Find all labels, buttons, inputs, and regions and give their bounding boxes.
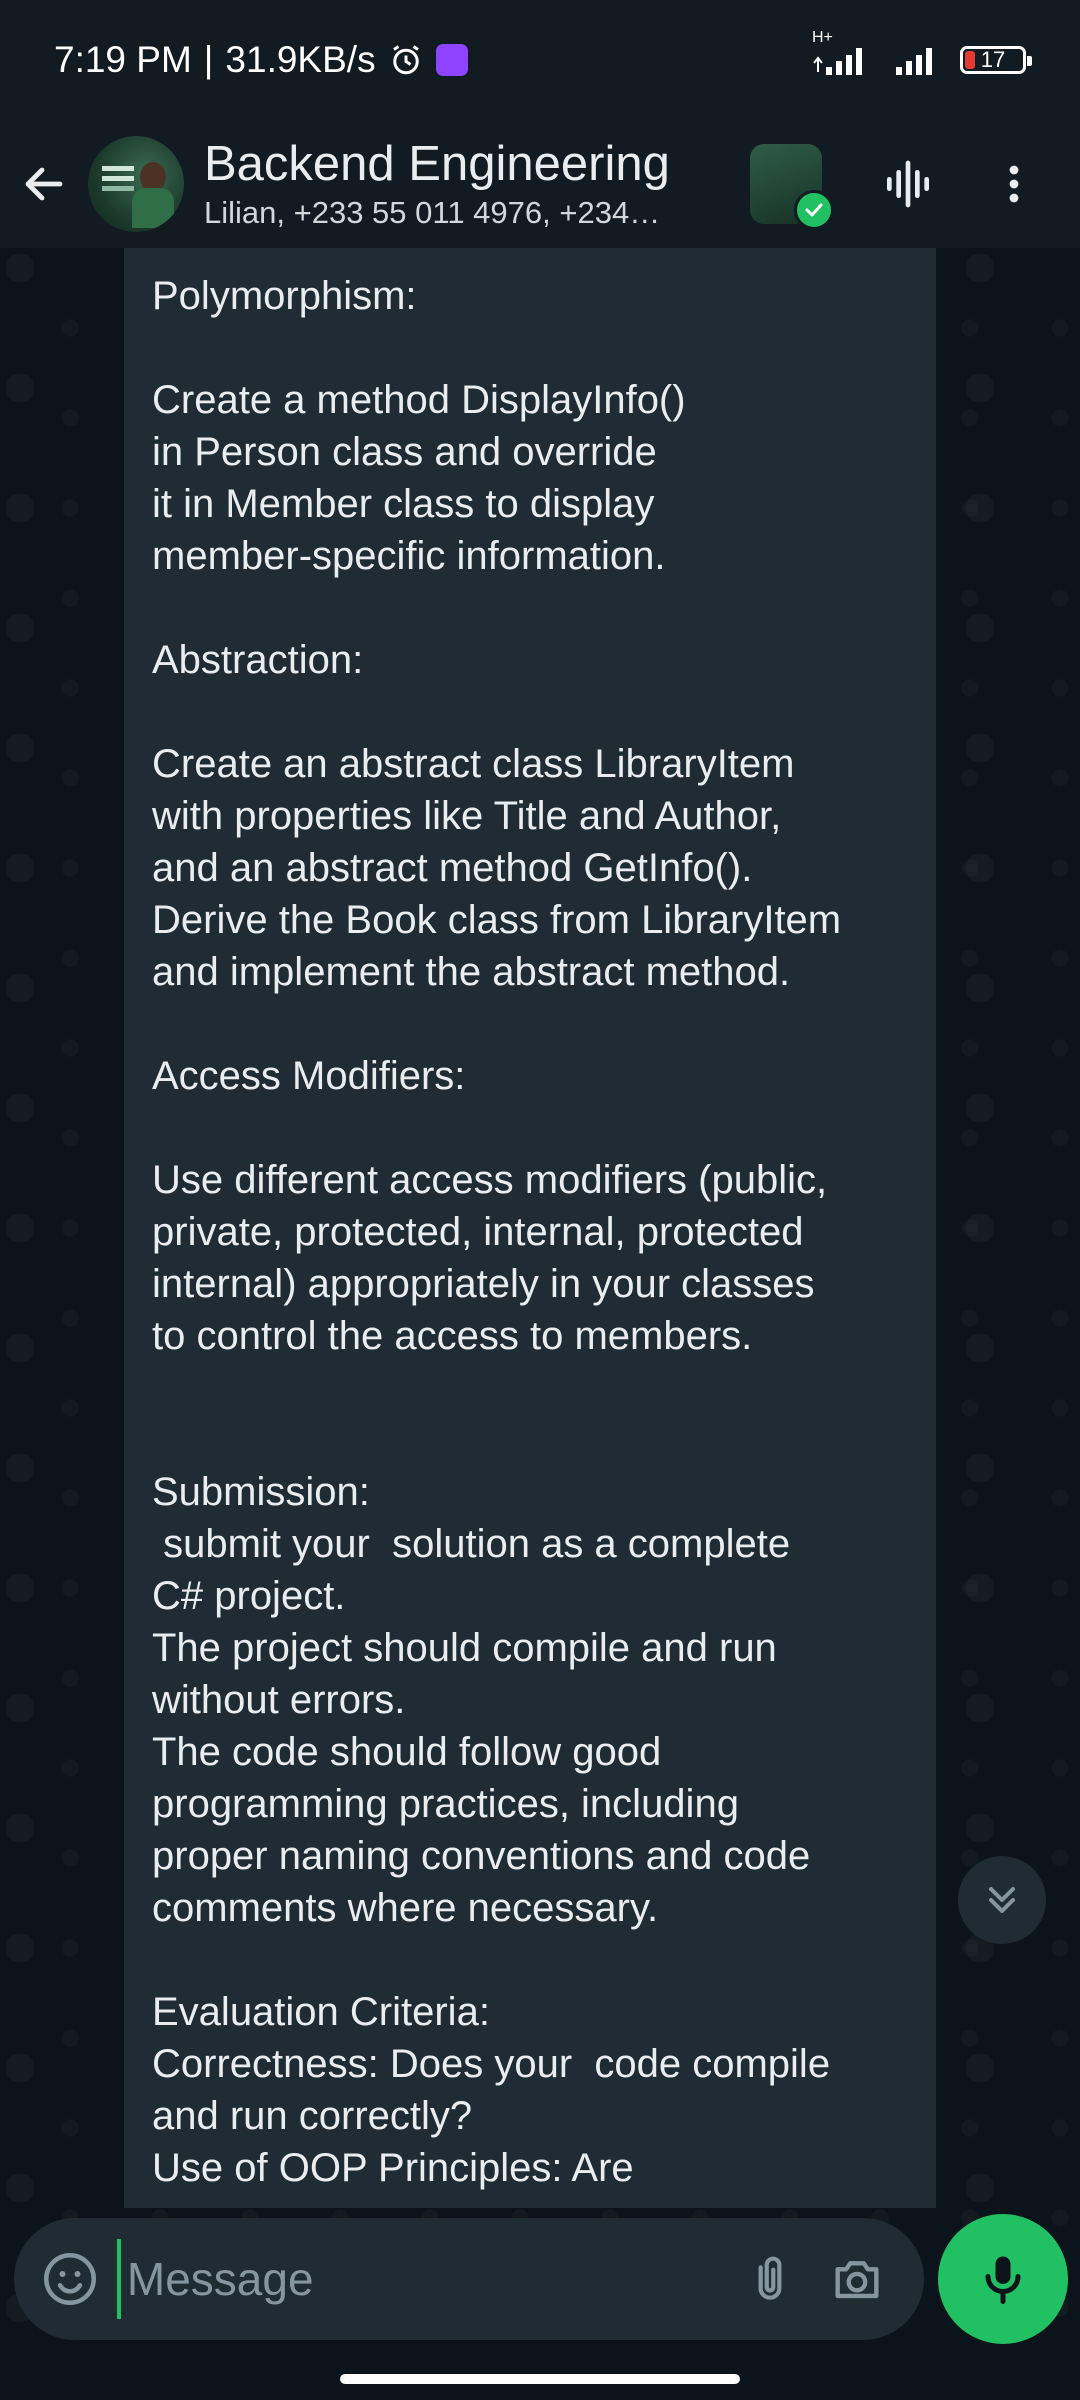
chat-info[interactable]: Backend Engineering Lilian, +233 55 011 … bbox=[204, 135, 724, 233]
message-bubble[interactable]: Polymorphism: Create a method DisplayInf… bbox=[124, 248, 936, 2208]
status-right: H+ 17 bbox=[812, 29, 1032, 77]
back-button[interactable] bbox=[0, 120, 88, 248]
emoji-button[interactable] bbox=[38, 2243, 103, 2315]
more-options-icon bbox=[1009, 165, 1019, 203]
emoji-icon bbox=[44, 2253, 97, 2305]
alarm-icon bbox=[388, 42, 424, 78]
scroll-down-icon bbox=[988, 1886, 1016, 1914]
status-time: 7:19 PM bbox=[54, 39, 192, 80]
signal-icon: H+ bbox=[812, 29, 874, 77]
battery-percentage: 17 bbox=[980, 47, 1006, 72]
chat-header: Backend Engineering Lilian, +233 55 011 … bbox=[0, 120, 1080, 248]
camera-button[interactable] bbox=[813, 2231, 900, 2327]
message-input[interactable] bbox=[116, 2239, 727, 2319]
signal-icon bbox=[892, 43, 942, 77]
home-indicator[interactable] bbox=[340, 2374, 740, 2384]
chat-title: Backend Engineering bbox=[204, 137, 670, 191]
app-notification-icon bbox=[435, 44, 468, 76]
network-type: H+ bbox=[812, 29, 833, 46]
status-separator: | bbox=[203, 39, 214, 80]
attach-icon bbox=[758, 2256, 782, 2300]
attach-button[interactable] bbox=[727, 2231, 814, 2327]
scroll-down-button[interactable] bbox=[958, 1856, 1046, 1944]
battery-icon: 17 bbox=[960, 46, 1032, 74]
message-text: Polymorphism: Create a method DisplayInf… bbox=[152, 274, 842, 2190]
status-left: 7:19 PM | 31.9KB/s bbox=[54, 39, 468, 81]
back-arrow-icon bbox=[25, 167, 63, 201]
status-bar: 7:19 PM | 31.9KB/s H+ 17 bbox=[0, 0, 1080, 120]
chat-area[interactable]: Polymorphism: Create a method DisplayInf… bbox=[0, 248, 1080, 2400]
network-speed: 31.9KB/s bbox=[225, 39, 376, 80]
voice-call-button[interactable] bbox=[860, 120, 956, 248]
mic-icon bbox=[985, 2256, 1021, 2304]
camera-icon bbox=[835, 2261, 879, 2299]
more-options-button[interactable] bbox=[966, 120, 1062, 248]
voice-call-icon bbox=[887, 160, 929, 208]
check-icon bbox=[794, 190, 834, 230]
voice-message-button[interactable] bbox=[938, 2214, 1068, 2344]
battery-level-fill bbox=[965, 51, 975, 69]
message-composer bbox=[14, 2218, 924, 2340]
community-icon[interactable] bbox=[744, 136, 834, 232]
group-avatar[interactable] bbox=[88, 136, 184, 232]
chat-participants: Lilian, +233 55 011 4976, +234… bbox=[204, 195, 661, 230]
